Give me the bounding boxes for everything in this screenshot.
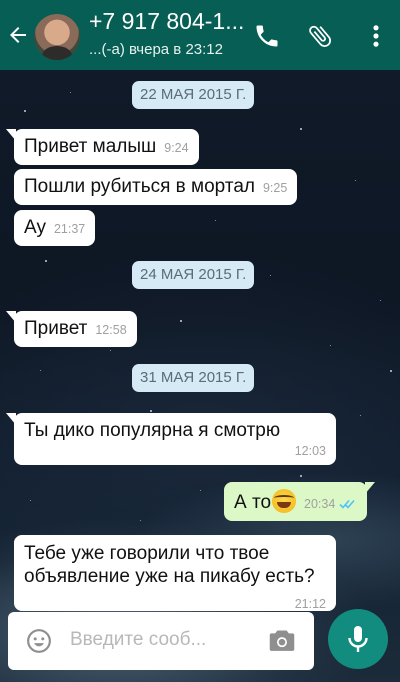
message-text: Привет (24, 318, 88, 339)
avatar[interactable] (34, 14, 80, 60)
message-incoming[interactable]: Ау 21:37 (14, 210, 96, 246)
more-vert-icon[interactable] (362, 22, 390, 50)
message-incoming[interactable]: Пошли рубиться в мортал 9:25 (14, 169, 298, 205)
paperclip-icon[interactable] (306, 22, 334, 50)
message-time: 21:12 (294, 597, 326, 611)
message-time: 12:03 (294, 444, 326, 458)
laughing-tears-emoji (272, 489, 297, 513)
date-separator: 24 МАЯ 2015 Г. (132, 261, 255, 289)
message-text: А то (234, 492, 272, 513)
message-text: Привет малыш (24, 136, 157, 157)
read-ticks-icon (339, 499, 355, 509)
message-text: Ты дико популярна я смотрю (24, 420, 281, 441)
message-time: 21:37 (53, 222, 86, 236)
message-incoming[interactable]: Тебе уже говорили что твое объявление уж… (14, 535, 336, 611)
message-time: 20:34 (304, 497, 336, 511)
chat-header: +7 917 804-1... ...(-а) вчера в 23:12 (0, 0, 400, 70)
date-separator: 31 МАЯ 2015 Г. (132, 364, 255, 392)
message-incoming[interactable]: Ты дико популярна я смотрю 12:03 (6, 413, 336, 465)
contact-name[interactable]: +7 917 804-1... (89, 8, 244, 35)
message-incoming[interactable]: Привет 12:58 (6, 311, 137, 347)
message-input[interactable]: Введите сооб... (70, 629, 206, 651)
mic-button[interactable] (328, 609, 388, 669)
emoji-icon[interactable] (26, 628, 52, 654)
message-composer[interactable]: Введите сооб... (8, 612, 314, 670)
message-text: Ау (24, 217, 46, 238)
date-separator: 22 МАЯ 2015 Г. (132, 81, 255, 109)
camera-icon[interactable] (268, 628, 296, 654)
phone-icon[interactable] (253, 22, 281, 50)
message-incoming[interactable]: Привет малыш 9:24 (6, 129, 199, 165)
back-arrow-icon[interactable] (6, 23, 30, 47)
message-outgoing[interactable]: А то 20:34 (224, 482, 376, 521)
message-time: 9:25 (262, 181, 288, 195)
message-text: Тебе уже говорили что твое объявление уж… (24, 543, 315, 587)
mic-icon (348, 626, 368, 652)
message-text: Пошли рубиться в мортал (24, 176, 255, 197)
message-time: 12:58 (95, 323, 127, 337)
message-time: 9:24 (164, 141, 189, 155)
last-seen-status: ...(-а) вчера в 23:12 (89, 41, 223, 58)
